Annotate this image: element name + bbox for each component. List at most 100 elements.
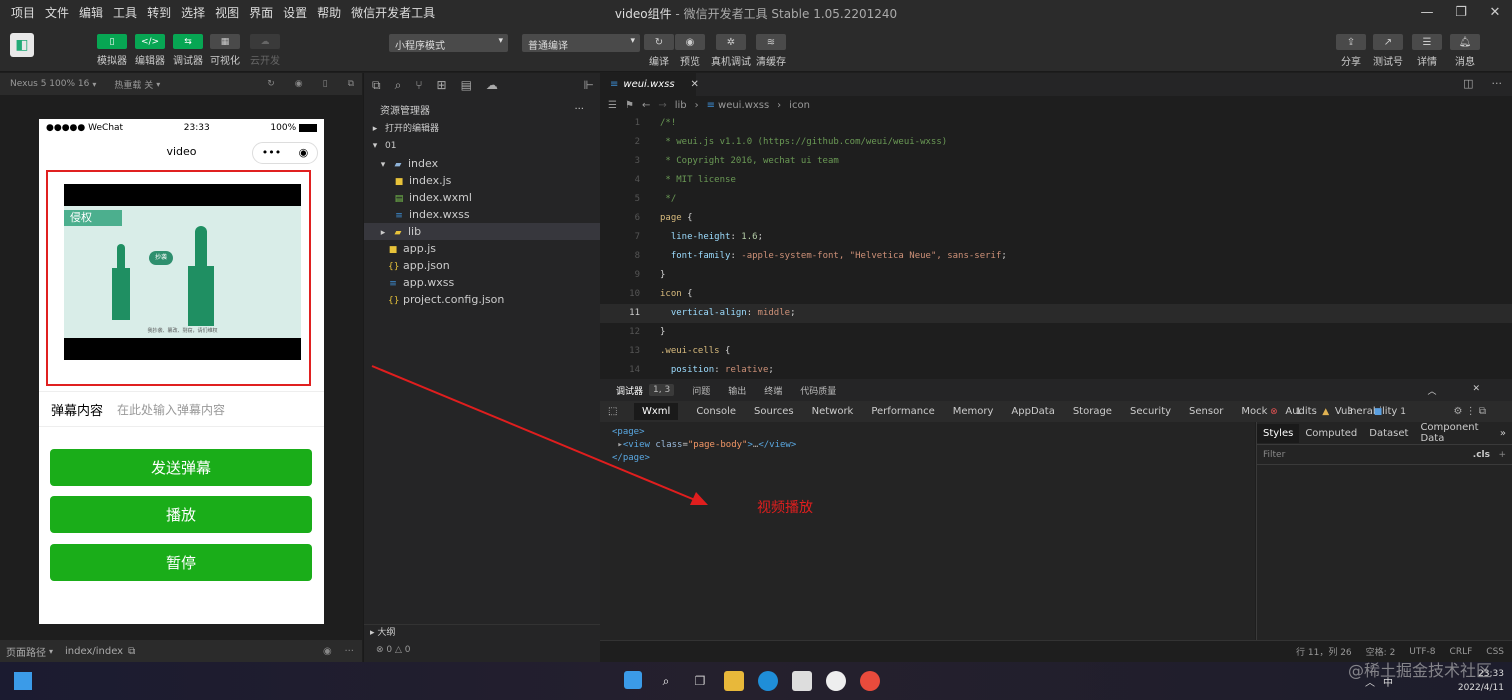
code-line[interactable]: 13 .weui-cells { — [600, 342, 1512, 361]
close-icon[interactable]: ✕ — [1478, 0, 1512, 24]
tab-memory[interactable]: Memory — [953, 406, 994, 417]
crumb-file[interactable]: weui.wxss — [718, 100, 769, 111]
store-icon[interactable] — [792, 671, 812, 691]
collapse-icon[interactable]: ⊩ — [584, 78, 594, 92]
stop-icon[interactable]: ◉ — [295, 79, 303, 89]
tab-wxml[interactable]: Wxml — [634, 403, 679, 420]
device-icon[interactable]: ▯ — [323, 79, 328, 89]
list-icon[interactable]: ☰ — [608, 100, 617, 111]
wxml-tree[interactable]: <page> ▸<view class="page-body">…</view>… — [600, 422, 1255, 640]
menu-project[interactable]: 项目 — [6, 4, 40, 21]
back-icon[interactable]: ← — [642, 100, 650, 111]
code-line[interactable]: 10 icon { — [600, 285, 1512, 304]
file-explorer-icon[interactable] — [724, 671, 744, 691]
editor-button[interactable]: </> 编辑器 — [130, 34, 170, 67]
mode-select[interactable]: 小程序模式 — [389, 34, 508, 52]
preview-button[interactable]: ◉ 预览 — [675, 34, 705, 68]
code-line[interactable]: 14 position: relative; — [600, 361, 1512, 378]
files-icon[interactable]: ⧉ — [372, 78, 381, 93]
project-section[interactable]: ▾ 01 — [364, 138, 600, 155]
bookmark-icon[interactable]: ⚑ — [625, 100, 634, 111]
problems-summary[interactable]: ⊗ 0 △ 0 — [364, 642, 601, 658]
code-editor[interactable]: 1 /*! 2 * weui.js v1.1.0 (https://github.c… — [600, 114, 1512, 378]
more-icon[interactable]: ··· — [344, 646, 354, 657]
tab-performance[interactable]: Performance — [871, 406, 934, 417]
copy-icon[interactable]: ⧉ — [128, 646, 135, 657]
filter-input[interactable]: Filter — [1263, 450, 1285, 460]
crumb-lib[interactable]: lib — [675, 100, 687, 111]
tree-item-app-wxss[interactable]: ≡ app.wxss — [364, 274, 600, 291]
tree-item-app-js[interactable]: ■ app.js — [364, 240, 600, 257]
tree-item-project-config[interactable]: {} project.config.json — [364, 291, 600, 308]
play-button[interactable]: 播放 — [50, 496, 312, 533]
pause-button[interactable]: 暂停 — [50, 544, 312, 581]
search-icon[interactable]: ⌕ — [395, 78, 402, 93]
danmu-input[interactable]: 在此处输入弹幕内容 — [117, 401, 225, 418]
open-editors-section[interactable]: ▸ 打开的编辑器 — [364, 121, 600, 138]
simulator-button[interactable]: ▯ 模拟器 — [92, 34, 132, 67]
tab-dataset[interactable]: Dataset — [1363, 428, 1414, 439]
code-line[interactable]: 7 line-height: 1.6; — [600, 228, 1512, 247]
code-line[interactable]: 3 * Copyright 2016, wechat ui team — [600, 152, 1512, 171]
details-button[interactable]: ☰ 详情 — [1412, 34, 1442, 68]
chevron-up-icon[interactable]: ︿ — [1427, 384, 1436, 397]
plus-icon[interactable]: + — [1498, 450, 1506, 460]
compile-button[interactable]: ↻ 编译 — [644, 34, 674, 68]
tree-item-index-folder[interactable]: ▾ ▰ index — [364, 155, 600, 172]
code-line[interactable]: 9} — [600, 266, 1512, 285]
code-line[interactable]: 2 * weui.js v1.1.0 (https://github.com/w… — [600, 133, 1512, 152]
tab-weui-wxss[interactable]: ≡ weui.wxss ✕ — [600, 73, 699, 96]
tab-output[interactable]: 输出 — [728, 384, 746, 397]
share-button[interactable]: ⇪ 分享 — [1336, 34, 1366, 68]
tab-problems[interactable]: 问题 — [692, 384, 710, 397]
code-line[interactable]: 12} — [600, 323, 1512, 342]
inspect-icon[interactable]: ⬚ — [608, 406, 617, 417]
styles-filter[interactable]: Filter .cls + — [1257, 444, 1512, 465]
tree-item-lib-folder[interactable]: ▸ ▰ lib — [364, 223, 600, 240]
tree-item-index-wxss[interactable]: ≡ index.wxss — [364, 206, 600, 223]
tab-component-data[interactable]: Component Data — [1414, 422, 1493, 444]
visual-button[interactable]: ▦ 可视化 — [205, 34, 245, 67]
hot-reload-select[interactable]: 热重载 关 — [114, 78, 153, 91]
language-mode[interactable]: CSS — [1486, 647, 1504, 657]
code-line[interactable]: 8 font-family: -apple-system-font, "Helv… — [600, 247, 1512, 266]
maximize-icon[interactable]: ❐ — [1444, 0, 1478, 24]
menu-settings[interactable]: 设置 — [278, 4, 312, 21]
menu-help[interactable]: 帮助 — [312, 4, 346, 21]
forward-icon[interactable]: → — [658, 100, 666, 111]
code-line[interactable]: 6 page { — [600, 209, 1512, 228]
more-icon[interactable]: ··· — [1492, 77, 1503, 90]
gear-icon[interactable]: ⚙ ⋮ ⧉ — [1454, 406, 1486, 417]
tab-code-quality[interactable]: 代码质量 — [800, 384, 836, 397]
line-ending[interactable]: CRLF — [1450, 647, 1473, 657]
page-path-label[interactable]: 页面路径 — [6, 644, 46, 659]
test-id-button[interactable]: ↗ 测试号 — [1373, 34, 1403, 68]
tab-sensor[interactable]: Sensor — [1189, 406, 1223, 417]
cloud-icon[interactable]: ☁ — [486, 78, 498, 92]
code-line[interactable]: 1 /*! — [600, 114, 1512, 133]
cls-toggle[interactable]: .cls — [1473, 450, 1490, 460]
project-avatar[interactable]: ◧ — [10, 33, 34, 57]
task-view-icon[interactable]: ❐ — [690, 671, 710, 691]
menu-edit[interactable]: 编辑 — [74, 4, 108, 21]
tab-security[interactable]: Security — [1130, 406, 1171, 417]
menu-file[interactable]: 文件 — [40, 4, 74, 21]
tab-computed[interactable]: Computed — [1299, 428, 1363, 439]
tab-mock[interactable]: Mock — [1241, 406, 1267, 417]
code-line[interactable]: 4 * MIT license — [600, 171, 1512, 190]
tab-terminal[interactable]: 终端 — [764, 384, 782, 397]
menu-select[interactable]: 选择 — [176, 4, 210, 21]
encoding[interactable]: UTF-8 — [1409, 647, 1435, 657]
real-debug-button[interactable]: ✲ 真机调试 — [711, 34, 751, 68]
debugger-button[interactable]: ⇆ 调试器 — [168, 34, 208, 67]
split-icon[interactable]: ◫ — [1463, 77, 1473, 90]
cursor-position[interactable]: 行 11，列 26 — [1296, 645, 1352, 658]
tab-network[interactable]: Network — [812, 406, 854, 417]
menu-wechat-devtools[interactable]: 微信开发者工具 — [346, 4, 440, 21]
close-icon[interactable]: ✕ — [1472, 384, 1480, 397]
send-danmu-button[interactable]: 发送弹幕 — [50, 449, 312, 486]
popout-icon[interactable]: ⧉ — [348, 79, 354, 89]
tree-item-index-js[interactable]: ■ index.js — [364, 172, 600, 189]
tab-styles[interactable]: Styles — [1257, 423, 1300, 443]
git-icon[interactable]: ⑂ — [415, 78, 422, 92]
